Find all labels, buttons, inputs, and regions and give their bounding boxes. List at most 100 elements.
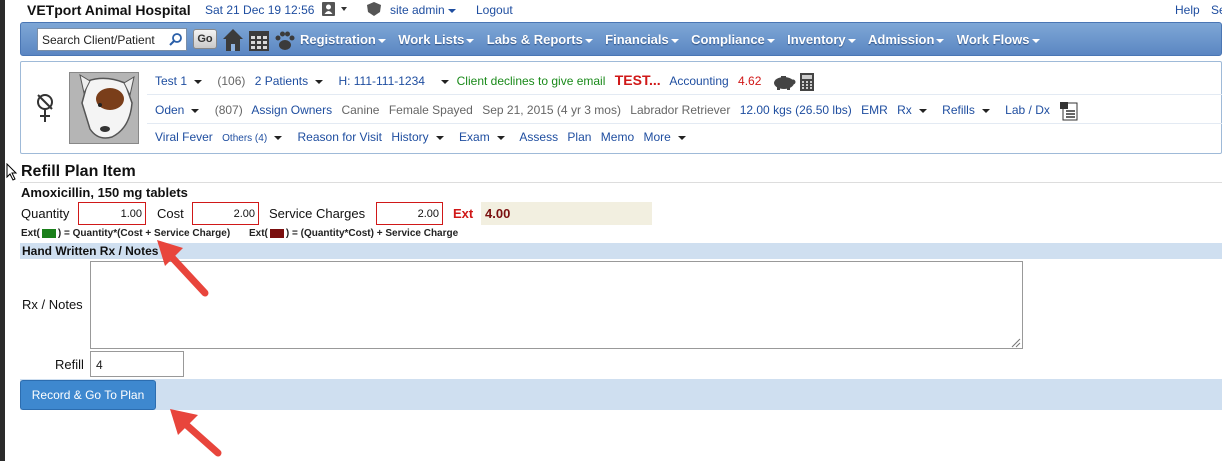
client-count: (106) bbox=[217, 74, 246, 88]
more-label: More bbox=[643, 130, 671, 144]
divider bbox=[147, 94, 1222, 95]
pet-name: Oden bbox=[155, 103, 185, 118]
patient-row-pet: Oden (807) Assign Owners Canine Female S… bbox=[155, 101, 1079, 121]
menu-labs-reports[interactable]: Labs & Reports bbox=[487, 32, 593, 47]
client-name: Test 1 bbox=[155, 74, 188, 88]
female-spayed-icon bbox=[37, 94, 53, 122]
go-button[interactable]: Go bbox=[193, 29, 217, 49]
legend-formula: ) = (Quantity*Cost) + Service Charge bbox=[285, 228, 459, 239]
page-title: Refill Plan Item bbox=[21, 163, 136, 180]
accounting-balance: 4.62 bbox=[738, 74, 762, 88]
rx-link[interactable]: Rx bbox=[897, 103, 933, 117]
menu-label: Admission bbox=[867, 32, 935, 47]
chevron-down-icon bbox=[1031, 38, 1040, 43]
chevron-down-icon bbox=[670, 38, 679, 43]
alert-link[interactable]: TEST... bbox=[615, 72, 661, 88]
search-icon[interactable] bbox=[168, 32, 184, 48]
menu-registration[interactable]: Registration bbox=[300, 32, 386, 47]
date-of-birth: Sep 21, 2015 (4 yr 3 mos) bbox=[482, 103, 621, 118]
menu-compliance[interactable]: Compliance bbox=[691, 32, 775, 47]
service-charges-input[interactable]: 2.00 bbox=[376, 202, 443, 225]
piggy-bank-icon[interactable] bbox=[771, 74, 797, 90]
calculator-icon[interactable] bbox=[800, 72, 815, 91]
assign-owners-link[interactable]: Assign Owners bbox=[251, 103, 332, 117]
mouse-cursor-icon bbox=[6, 163, 18, 181]
help-link[interactable]: Help bbox=[1175, 3, 1200, 17]
record-go-to-plan-button[interactable]: Record & Go To Plan bbox=[20, 380, 156, 410]
history-label: History bbox=[391, 130, 429, 144]
menu-admission[interactable]: Admission bbox=[867, 32, 945, 47]
notes-list-icon[interactable] bbox=[1059, 101, 1079, 121]
menu-label: Financials bbox=[605, 32, 669, 47]
reason-link[interactable]: Reason for Visit bbox=[298, 130, 383, 144]
menu-financials[interactable]: Financials bbox=[605, 32, 679, 47]
chevron-down-icon bbox=[194, 79, 203, 84]
pet-link[interactable]: Oden bbox=[155, 103, 205, 117]
quantity-input[interactable]: 1.00 bbox=[78, 202, 146, 225]
assess-link[interactable]: Assess bbox=[519, 130, 558, 144]
annotation-arrow-icon bbox=[157, 240, 209, 297]
refill-input[interactable]: 4 bbox=[90, 351, 184, 377]
breed: Labrador Retriever bbox=[630, 103, 731, 118]
notes-textarea[interactable] bbox=[90, 261, 1023, 349]
notes-label: Rx / Notes bbox=[22, 297, 83, 312]
sex: Female Spayed bbox=[388, 103, 473, 118]
weight[interactable]: 12.00 kgs (26.50 lbs) bbox=[740, 103, 852, 117]
red-swatch bbox=[269, 228, 284, 238]
chevron-down-icon bbox=[677, 135, 686, 140]
memo-link[interactable]: Memo bbox=[601, 130, 634, 144]
others-label: Others (4) bbox=[222, 133, 268, 144]
admin-menu[interactable]: site admin bbox=[390, 3, 456, 17]
chevron-down-icon bbox=[766, 38, 775, 43]
dog-image bbox=[70, 73, 138, 143]
menu-label: Registration bbox=[300, 32, 376, 47]
emr-link[interactable]: EMR bbox=[861, 103, 888, 117]
user-profile-icon[interactable] bbox=[321, 1, 349, 17]
hospital-name: VETport Animal Hospital bbox=[27, 2, 191, 18]
exam-link[interactable]: Exam bbox=[459, 130, 511, 144]
menu-inventory[interactable]: Inventory bbox=[787, 32, 856, 47]
client-link[interactable]: Test 1 bbox=[155, 74, 208, 88]
ext-formula-red[interactable]: Ext() = (Quantity*Cost) + Service Charge bbox=[249, 228, 458, 239]
accounting-link[interactable]: Accounting bbox=[669, 74, 728, 88]
problem-link[interactable]: Viral Fever bbox=[155, 130, 213, 144]
history-link[interactable]: History bbox=[391, 130, 449, 144]
patient-photo[interactable] bbox=[69, 72, 139, 144]
more-link[interactable]: More bbox=[643, 130, 691, 144]
current-datetime: Sat 21 Dec 19 12:56 bbox=[205, 3, 315, 17]
pet-count: (807) bbox=[214, 103, 243, 118]
chevron-down-icon bbox=[377, 38, 386, 43]
lab-dx-link[interactable]: Lab / Dx bbox=[1005, 103, 1050, 117]
chevron-down-icon bbox=[584, 38, 593, 43]
main-navbar: Search Client/Patient Go Registration Wo… bbox=[20, 22, 1222, 56]
search-input[interactable]: Search Client/Patient bbox=[37, 28, 187, 51]
menu-work-flows[interactable]: Work Flows bbox=[957, 32, 1040, 47]
chevron-down-icon bbox=[981, 109, 990, 113]
menu-label: Work Lists bbox=[398, 32, 465, 47]
phone-link[interactable]: H: 111-111-1234 bbox=[338, 74, 431, 88]
resize-handle-icon[interactable] bbox=[1010, 337, 1021, 348]
cost-input[interactable]: 2.00 bbox=[192, 202, 259, 225]
phone-number: H: 111-111-1234 bbox=[338, 74, 425, 88]
logout-link[interactable]: Logout bbox=[476, 3, 513, 17]
patients-link[interactable]: 2 Patients bbox=[255, 74, 329, 88]
chevron-down-icon[interactable] bbox=[441, 79, 450, 84]
calendar-icon[interactable] bbox=[247, 26, 271, 54]
admin-name: site admin bbox=[390, 3, 445, 17]
exam-label: Exam bbox=[459, 130, 490, 144]
chevron-down-icon bbox=[847, 38, 856, 43]
plan-link[interactable]: Plan bbox=[567, 130, 591, 144]
paw-icon[interactable] bbox=[273, 26, 297, 54]
menu-label: Compliance bbox=[691, 32, 765, 47]
email-note: Client declines to give email bbox=[456, 74, 606, 88]
window-edge bbox=[0, 0, 5, 461]
chevron-down-icon bbox=[447, 8, 456, 13]
menu-label: Labs & Reports bbox=[486, 32, 583, 47]
settings-link[interactable]: Se bbox=[1211, 3, 1222, 17]
refills-link[interactable]: Refills bbox=[942, 103, 996, 117]
patient-row-client: Test 1 (106) 2 Patients H: 111-111-1234 … bbox=[155, 72, 815, 91]
menu-work-lists[interactable]: Work Lists bbox=[398, 32, 475, 47]
home-icon[interactable] bbox=[221, 26, 245, 54]
ext-label: Ext bbox=[453, 206, 474, 221]
others-link[interactable]: Others (4) bbox=[222, 133, 288, 144]
